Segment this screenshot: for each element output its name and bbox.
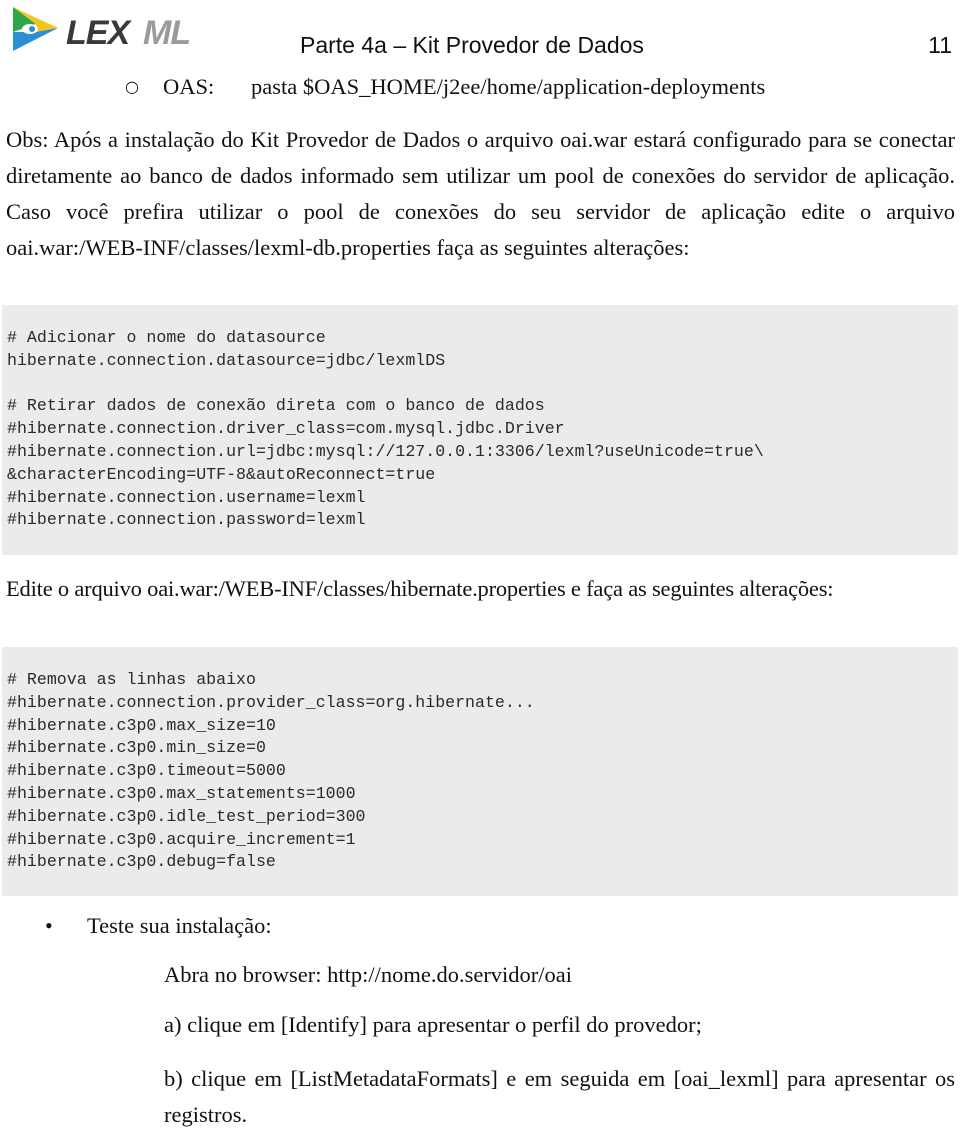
test-installation-heading: Teste sua instalação: xyxy=(87,913,272,938)
circle-bullet-icon: ○ xyxy=(125,77,139,96)
code-line: #hibernate.c3p0.debug=false xyxy=(7,852,276,872)
code-line: #hibernate.c3p0.acquire_increment=1 xyxy=(7,829,356,849)
logo-text-ml: ML xyxy=(143,14,190,52)
code-line: #hibernate.connection.password=lexml xyxy=(7,510,366,530)
oas-value: pasta $OAS_HOME/j2ee/home/application-de… xyxy=(251,74,766,99)
step-a-identify: a) clique em [Identify] para apresentar … xyxy=(164,1012,702,1037)
step-b-list-metadata-formats: b) clique em [ListMetadataFormats] e em … xyxy=(164,1066,955,1127)
code-block-hibernate-properties: # Remova as linhas abaixo #hibernate.conn… xyxy=(2,647,958,896)
code-line: &characterEncoding=UTF-8&autoReconnect=t… xyxy=(7,464,436,484)
code-block-lexml-db-properties: # Adicionar o nome do datasource hibernat… xyxy=(2,305,958,555)
code-line: #hibernate.connection.username=lexml xyxy=(7,487,366,507)
test-installation-item: • Teste sua instalação: xyxy=(45,913,272,939)
code-line: # Remova as linhas abaixo xyxy=(7,670,256,689)
code-line: # Adicionar o nome do datasource xyxy=(7,328,326,347)
page-header-title: Parte 4a – Kit Provedor de Dados xyxy=(300,32,644,58)
open-browser-instruction: Abra no browser: http://nome.do.servidor… xyxy=(164,962,573,987)
code-line: #hibernate.connection.provider_class=org… xyxy=(7,692,535,712)
code-line: # Retirar dados de conexão direta com o … xyxy=(7,396,545,416)
edit-hibernate-paragraph: Edite o arquivo oai.war:/WEB-INF/classes… xyxy=(6,576,834,601)
lexml-logo-graphic: LEX ML xyxy=(13,7,191,52)
lexml-logo: LEX ML xyxy=(10,4,210,54)
bullet-icon: • xyxy=(45,913,53,938)
code-line: #hibernate.c3p0.idle_test_period=300 xyxy=(7,806,366,826)
obs-paragraph: Obs: Após a instalação do Kit Provedor d… xyxy=(6,127,955,260)
oas-label: OAS: xyxy=(163,74,215,99)
logo-text-lex: LEX xyxy=(66,14,132,52)
code-line: #hibernate.connection.driver_class=com.m… xyxy=(7,419,565,439)
code-line: hibernate.connection.datasource=jdbc/lex… xyxy=(7,350,446,370)
code-line: #hibernate.c3p0.max_statements=1000 xyxy=(7,783,356,803)
lexml-play-triangle-icon xyxy=(13,7,58,51)
page-number: 11 xyxy=(928,32,952,58)
code-line: #hibernate.connection.url=jdbc:mysql://1… xyxy=(7,441,764,461)
code-line: #hibernate.c3p0.max_size=10 xyxy=(7,715,276,735)
code-line: #hibernate.c3p0.min_size=0 xyxy=(7,738,266,758)
oas-list-item: ○ OAS: pasta $OAS_HOME/j2ee/home/applicati… xyxy=(125,74,765,100)
code-line: #hibernate.c3p0.timeout=5000 xyxy=(7,761,286,781)
